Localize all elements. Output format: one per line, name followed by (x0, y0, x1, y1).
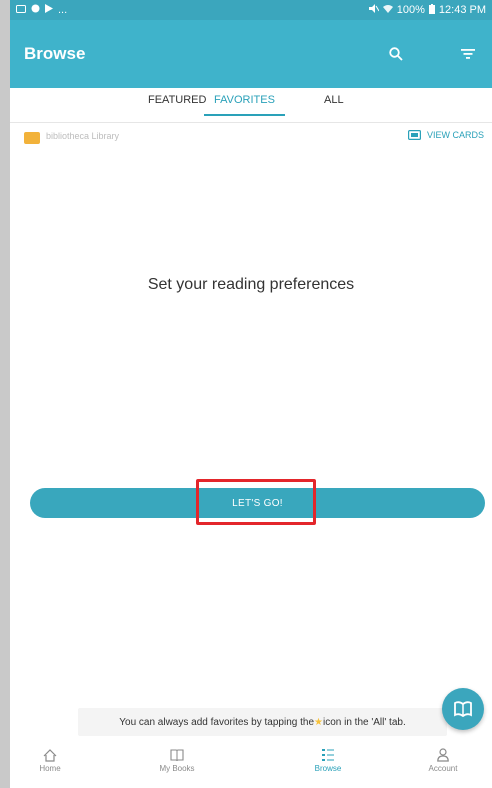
notification-icon (16, 4, 26, 16)
book-icon (170, 749, 184, 761)
status-more: ... (58, 4, 68, 16)
favorites-hint-toast: You can always add favorites by tapping … (78, 708, 447, 736)
battery-percent: 100% (396, 4, 425, 16)
status-left: ... (16, 4, 67, 16)
bottom-nav: Home My Books Browse Account (10, 740, 492, 788)
home-icon (43, 748, 57, 762)
toast-text-start: You can always add favorites by tapping … (119, 716, 315, 728)
page-title: Browse (24, 44, 86, 63)
browse-tabs: FEATURED FAVORITES ALL (10, 88, 492, 123)
preferences-headline: Set your reading preferences (147, 276, 355, 293)
open-book-fab[interactable] (442, 688, 484, 730)
toast-text-end: icon in the 'All' tab. (322, 716, 406, 728)
battery-icon (428, 3, 435, 17)
tab-featured[interactable]: FEATURED (148, 94, 206, 114)
search-button[interactable] (382, 40, 410, 68)
open-book-icon (454, 701, 472, 717)
status-time: 12:43 PM (438, 4, 486, 16)
lets-go-button[interactable]: LET'S GO! (30, 488, 485, 518)
mute-icon (368, 4, 380, 16)
view-cards-button[interactable]: VIEW CARDS (407, 130, 484, 140)
nav-browse-label: Browse (314, 764, 342, 773)
play-icon (45, 4, 53, 16)
nav-home-label: Home (39, 764, 61, 773)
app-bar: Browse (10, 20, 492, 88)
library-icon (24, 132, 40, 144)
view-cards-label: VIEW CARDS (426, 130, 484, 140)
status-bar: ... 100% 12:43 PM (10, 0, 492, 20)
nav-home[interactable]: Home (15, 746, 85, 773)
nav-my-books[interactable]: My Books (142, 746, 212, 773)
library-bar: bibliotheca Library VIEW CARDS (10, 124, 492, 150)
nav-my-books-label: My Books (159, 764, 195, 773)
search-icon (389, 47, 403, 61)
wifi-icon (382, 4, 393, 16)
vpn-icon (31, 4, 40, 16)
account-icon (437, 748, 449, 762)
browse-icon (322, 749, 334, 761)
nav-account[interactable]: Account (408, 746, 478, 773)
star-icon: ★ (314, 716, 323, 728)
nav-account-label: Account (428, 764, 458, 773)
lets-go-label: LET'S GO! (232, 497, 283, 509)
app-window: ... 100% 12:43 PM Browse FEATURED FAVORI… (10, 0, 492, 788)
tab-favorites[interactable]: FAVORITES (204, 94, 285, 116)
nav-browse[interactable]: Browse (293, 746, 363, 773)
cards-icon (407, 130, 421, 140)
tab-all[interactable]: ALL (324, 94, 344, 114)
library-name[interactable]: bibliotheca Library (46, 131, 119, 141)
filter-icon (461, 49, 475, 59)
filter-button[interactable] (454, 40, 482, 68)
status-right: 100% 12:43 PM (368, 3, 486, 17)
